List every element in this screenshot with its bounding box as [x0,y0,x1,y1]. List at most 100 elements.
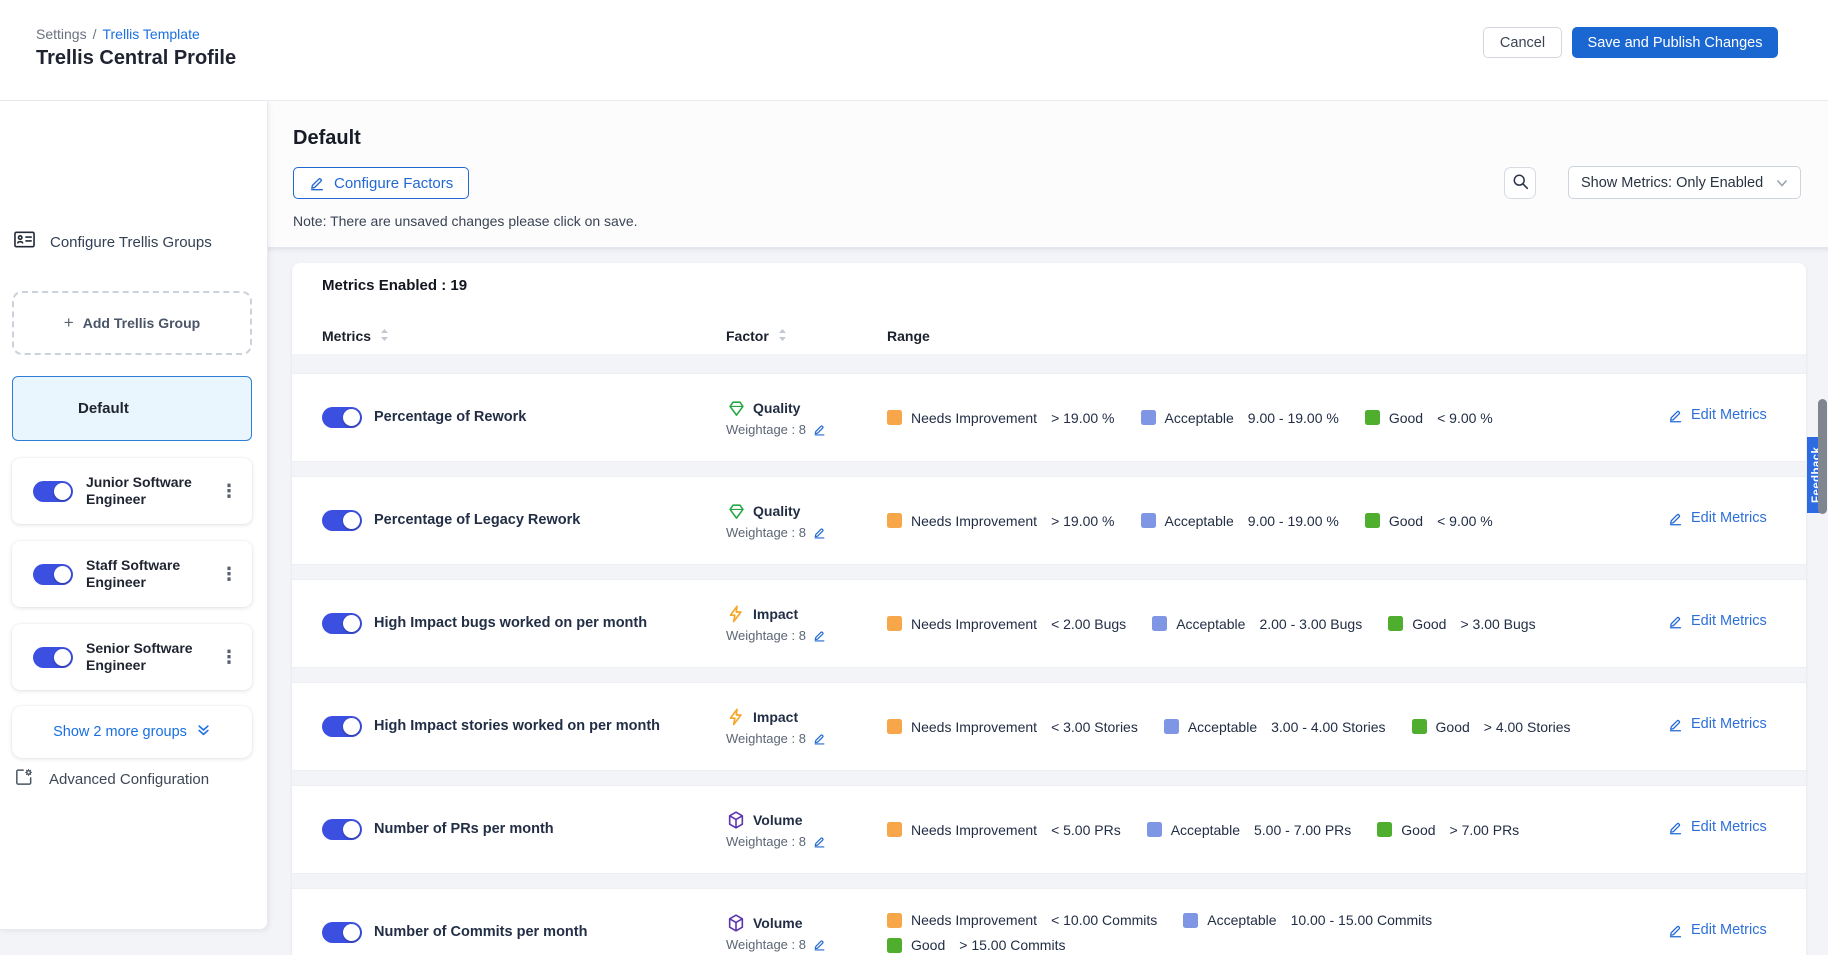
metric-row: Percentage of Legacy Rework Quality Weig… [292,476,1806,565]
add-trellis-group-button[interactable]: + Add Trellis Group [12,291,252,355]
range-label: Good [1389,513,1423,529]
factor-name: Impact [753,606,798,622]
trellis-group-list: Junior Software Engineer ⋮ Staff Softwar… [12,458,252,707]
trellis-group-card[interactable]: Junior Software Engineer ⋮ [12,458,252,524]
breadcrumb-trellis-template[interactable]: Trellis Template [102,26,199,42]
magnifier-icon [1512,173,1529,193]
double-chevron-down-icon [196,723,211,741]
metric-enabled-toggle[interactable] [322,407,362,428]
metric-enabled-toggle[interactable] [322,510,362,531]
pencil-underline-icon [1668,820,1683,835]
edit-weightage-icon[interactable] [813,835,826,848]
group-enabled-toggle[interactable] [33,564,73,585]
metric-name: Number of PRs per month [374,821,554,838]
main-header-section: Default Configure Factors Note: There ar… [268,101,1828,247]
range-value: 9.00 - 19.00 % [1248,410,1339,426]
range-cell: Needs Improvement < 10.00 Commits Accept… [887,912,1547,953]
sort-carets-icon[interactable] [778,328,787,345]
range-value: > 3.00 Bugs [1460,616,1535,632]
range-color-swatch [887,822,902,837]
weightage-value: Weightage : 8 [726,937,806,952]
edit-weightage-icon[interactable] [813,526,826,539]
edit-metrics-label: Edit Metrics [1691,407,1767,423]
column-range-label: Range [887,328,930,344]
lightning-icon [726,604,746,624]
breadcrumb-settings[interactable]: Settings [36,26,87,42]
range-label: Acceptable [1176,616,1245,632]
box-gear-icon [14,767,34,791]
range-color-swatch [887,410,902,425]
advanced-configuration-link[interactable]: Advanced Configuration [14,767,209,791]
page-header: Settings / Trellis Template Trellis Cent… [0,0,1828,101]
column-header-metrics[interactable]: Metrics [322,328,726,345]
table-header-row: Metrics Factor Range [292,318,1806,354]
range-label: Good [1412,616,1446,632]
range-label: Acceptable [1188,719,1257,735]
show-more-groups-button[interactable]: Show 2 more groups [12,706,252,758]
group-enabled-toggle[interactable] [33,481,73,502]
range-label: Acceptable [1207,912,1276,928]
trellis-group-card[interactable]: Senior Software Engineer ⋮ [12,624,252,690]
pencil-underline-icon [309,175,325,191]
configure-factors-label: Configure Factors [334,175,453,192]
metric-cell: Percentage of Legacy Rework [322,510,726,531]
cancel-button[interactable]: Cancel [1483,27,1562,58]
edit-metrics-link[interactable]: Edit Metrics [1668,613,1767,629]
edit-metrics-label: Edit Metrics [1691,716,1767,732]
edit-weightage-icon[interactable] [813,629,826,642]
factor-name: Volume [753,812,803,828]
range-item: Needs Improvement < 10.00 Commits [887,912,1157,928]
sort-carets-icon[interactable] [380,328,389,345]
metric-enabled-toggle[interactable] [322,922,362,943]
edit-metrics-link[interactable]: Edit Metrics [1668,407,1767,423]
edit-metrics-link[interactable]: Edit Metrics [1668,716,1767,732]
edit-metrics-link[interactable]: Edit Metrics [1668,819,1767,835]
save-publish-button[interactable]: Save and Publish Changes [1572,27,1778,58]
metric-row: Number of Commits per month Volume Weigh… [292,888,1806,955]
factor-cell: Impact Weightage : 8 [726,707,887,746]
kebab-menu-icon[interactable]: ⋮ [220,648,238,666]
metric-enabled-toggle[interactable] [322,716,362,737]
metric-cell: High Impact stories worked on per month [322,716,726,737]
group-enabled-toggle[interactable] [33,647,73,668]
unsaved-changes-note: Note: There are unsaved changes please c… [293,213,638,229]
factor-cell: Volume Weightage : 8 [726,810,887,849]
range-color-swatch [1183,913,1198,928]
metric-name: High Impact bugs worked on per month [374,615,647,632]
edit-weightage-icon[interactable] [813,732,826,745]
range-label: Acceptable [1171,822,1240,838]
metric-name: Percentage of Legacy Rework [374,512,580,529]
range-label: Good [1401,822,1435,838]
edit-metrics-link[interactable]: Edit Metrics [1668,510,1767,526]
range-cell: Needs Improvement < 5.00 PRs Acceptable … [887,822,1668,838]
vertical-scrollbar-thumb[interactable] [1818,399,1827,514]
edit-metrics-label: Edit Metrics [1691,819,1767,835]
range-label: Needs Improvement [911,616,1037,632]
edit-metrics-link[interactable]: Edit Metrics [1668,922,1767,938]
selected-group-title: Default [293,127,361,150]
range-value: > 15.00 Commits [959,937,1065,953]
edit-weightage-icon[interactable] [813,938,826,951]
trellis-group-card[interactable]: Staff Software Engineer ⋮ [12,541,252,607]
range-item: Needs Improvement < 2.00 Bugs [887,616,1126,632]
show-metrics-dropdown[interactable]: Show Metrics: Only Enabled [1568,166,1801,199]
edit-weightage-icon[interactable] [813,423,826,436]
factor-cell: Quality Weightage : 8 [726,501,887,540]
range-label: Good [1436,719,1470,735]
show-metrics-dropdown-value: Show Metrics: Only Enabled [1581,175,1763,191]
kebab-menu-icon[interactable]: ⋮ [220,482,238,500]
factor-cell: Volume Weightage : 8 [726,913,887,952]
cube-icon [726,913,746,933]
column-header-factor[interactable]: Factor [726,328,887,345]
range-color-swatch [1365,513,1380,528]
metric-row: High Impact bugs worked on per month Imp… [292,579,1806,668]
sidebar-item-default[interactable]: Default [12,376,252,441]
range-label: Needs Improvement [911,912,1037,928]
metric-enabled-toggle[interactable] [322,819,362,840]
chevron-down-icon [1776,175,1788,191]
factor-cell: Impact Weightage : 8 [726,604,887,643]
kebab-menu-icon[interactable]: ⋮ [220,565,238,583]
configure-factors-button[interactable]: Configure Factors [293,167,469,199]
search-button[interactable] [1504,167,1536,199]
metric-enabled-toggle[interactable] [322,613,362,634]
